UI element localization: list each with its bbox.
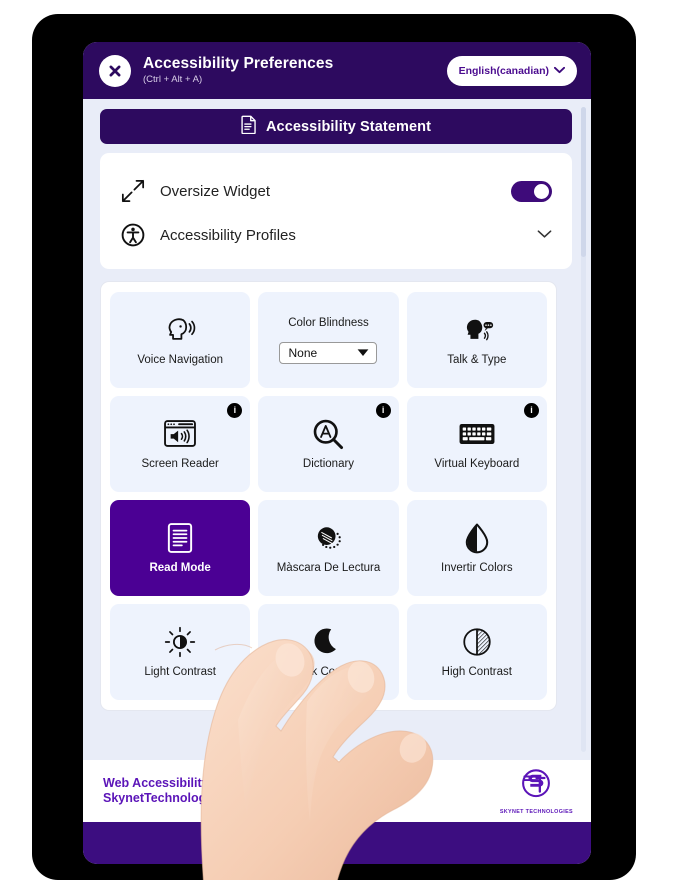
feature-label-color-blindness: Color Blindness <box>288 316 369 329</box>
footer-line-1: Web Accessibility Solution By <box>103 775 282 790</box>
head-speech-bubble-icon <box>460 313 494 347</box>
skynet-logo-caption: SKYNET TECHNOLOGIES <box>499 808 573 815</box>
feature-tile-color-blindness[interactable]: Color Blindness None <box>258 292 399 388</box>
option-row-accessibility-profiles[interactable]: Accessibility Profiles <box>120 213 552 257</box>
language-selector[interactable]: English(canadian) <box>446 55 577 86</box>
footer-branding-text: Web Accessibility Solution By SkynetTech… <box>103 776 490 807</box>
feature-tile-light-contrast[interactable]: Light Contrast <box>110 604 251 700</box>
magnifier-a-icon <box>312 417 344 451</box>
info-icon[interactable]: i <box>523 403 539 418</box>
widget-body: Accessibility Statement Oversize Widget <box>83 99 591 760</box>
feature-tile-dictionary[interactable]: i Dictionary <box>258 396 399 492</box>
features-card: Voice Navigation Color Blindness None Ta… <box>100 281 557 711</box>
option-label-oversize-widget: Oversize Widget <box>160 182 271 200</box>
content-scrollbar-track[interactable] <box>581 107 586 752</box>
footer-line-2: SkynetTechnologies.com <box>103 791 253 805</box>
feature-label-voice-navigation: Voice Navigation <box>137 353 223 366</box>
chevron-down-icon[interactable] <box>537 226 552 244</box>
feature-tile-voice-navigation[interactable]: Voice Navigation <box>110 292 251 388</box>
color-blindness-select-value: None <box>288 345 318 360</box>
feature-label-high-contrast: High Contrast <box>441 665 512 678</box>
feature-tile-read-mode[interactable]: Read Mode <box>110 500 251 596</box>
option-row-oversize-widget[interactable]: Oversize Widget <box>120 169 552 213</box>
half-circle-hatched-icon <box>462 625 492 659</box>
screen-reader-icon <box>163 417 197 451</box>
sun-contrast-icon <box>164 625 196 659</box>
feature-label-talk-and-type: Talk & Type <box>447 353 507 366</box>
language-selector-label: English(canadian) <box>458 64 549 77</box>
keyboard-shortcut-hint: (Ctrl + Alt + A) <box>143 73 203 85</box>
feature-tile-mascara-de-lectura[interactable]: Màscara De Lectura <box>258 500 399 596</box>
expand-arrows-icon <box>120 179 146 203</box>
skynet-logo-mark <box>516 768 556 806</box>
option-label-accessibility-profiles: Accessibility Profiles <box>160 226 296 244</box>
half-drop-icon <box>464 521 490 555</box>
document-icon <box>241 115 257 138</box>
accessibility-statement-button[interactable]: Accessibility Statement <box>100 109 572 144</box>
screenshot-stage: Accessibility Preferences (Ctrl + Alt + … <box>0 0 675 880</box>
feature-tile-virtual-keyboard[interactable]: i Virtual Keyboard <box>406 396 547 492</box>
feature-label-mascara-de-lectura: Màscara De Lectura <box>276 561 381 574</box>
moon-icon <box>314 625 342 659</box>
document-lines-icon <box>167 521 193 555</box>
widget-footer: Web Accessibility Solution By SkynetTech… <box>83 760 591 822</box>
widget-header: Accessibility Preferences (Ctrl + Alt + … <box>83 42 591 99</box>
close-icon <box>106 62 124 80</box>
feature-label-dark-contrast: Dark Contrast <box>293 665 364 678</box>
caret-down-icon <box>357 346 369 360</box>
feature-tile-dark-contrast[interactable]: Dark Contrast <box>258 604 399 700</box>
footer-bottom-bar <box>83 822 591 864</box>
feature-tile-high-contrast[interactable]: High Contrast <box>406 604 547 700</box>
header-text-group: Accessibility Preferences (Ctrl + Alt + … <box>143 55 435 85</box>
keyboard-icon <box>458 417 496 451</box>
content-scrollbar-thumb[interactable] <box>581 107 586 257</box>
page-title: Accessibility Preferences <box>143 55 334 73</box>
feature-label-dictionary: Dictionary <box>302 457 355 470</box>
oversize-widget-toggle[interactable] <box>511 180 552 202</box>
close-button[interactable] <box>99 54 131 87</box>
chevron-down-icon <box>554 65 565 77</box>
feature-tile-talk-and-type[interactable]: Talk & Type <box>406 292 547 388</box>
head-speaking-icon <box>163 313 197 347</box>
feature-label-virtual-keyboard: Virtual Keyboard <box>434 457 520 470</box>
feature-label-screen-reader: Screen Reader <box>141 457 219 470</box>
accessibility-widget-panel: Accessibility Preferences (Ctrl + Alt + … <box>83 42 591 864</box>
feature-tile-screen-reader[interactable]: i Screen Reader <box>110 396 251 492</box>
features-grid: Voice Navigation Color Blindness None Ta… <box>110 292 547 700</box>
info-icon[interactable]: i <box>375 403 391 418</box>
feature-label-invertir-colors: Invertir Colors <box>441 561 513 574</box>
color-blindness-select[interactable]: None <box>279 341 378 364</box>
feature-label-light-contrast: Light Contrast <box>144 665 216 678</box>
accessibility-person-icon <box>120 223 146 247</box>
options-card: Oversize Widget Accessibility Profiles <box>100 153 572 269</box>
feature-tile-invertir-colors[interactable]: Invertir Colors <box>406 500 547 596</box>
skynet-logo: SKYNET TECHNOLOGIES <box>500 768 573 815</box>
feature-label-read-mode: Read Mode <box>149 561 211 574</box>
toggle-knob <box>534 183 549 199</box>
reading-mask-icon <box>312 521 344 555</box>
accessibility-statement-label: Accessibility Statement <box>265 118 432 135</box>
info-icon[interactable]: i <box>227 403 243 418</box>
